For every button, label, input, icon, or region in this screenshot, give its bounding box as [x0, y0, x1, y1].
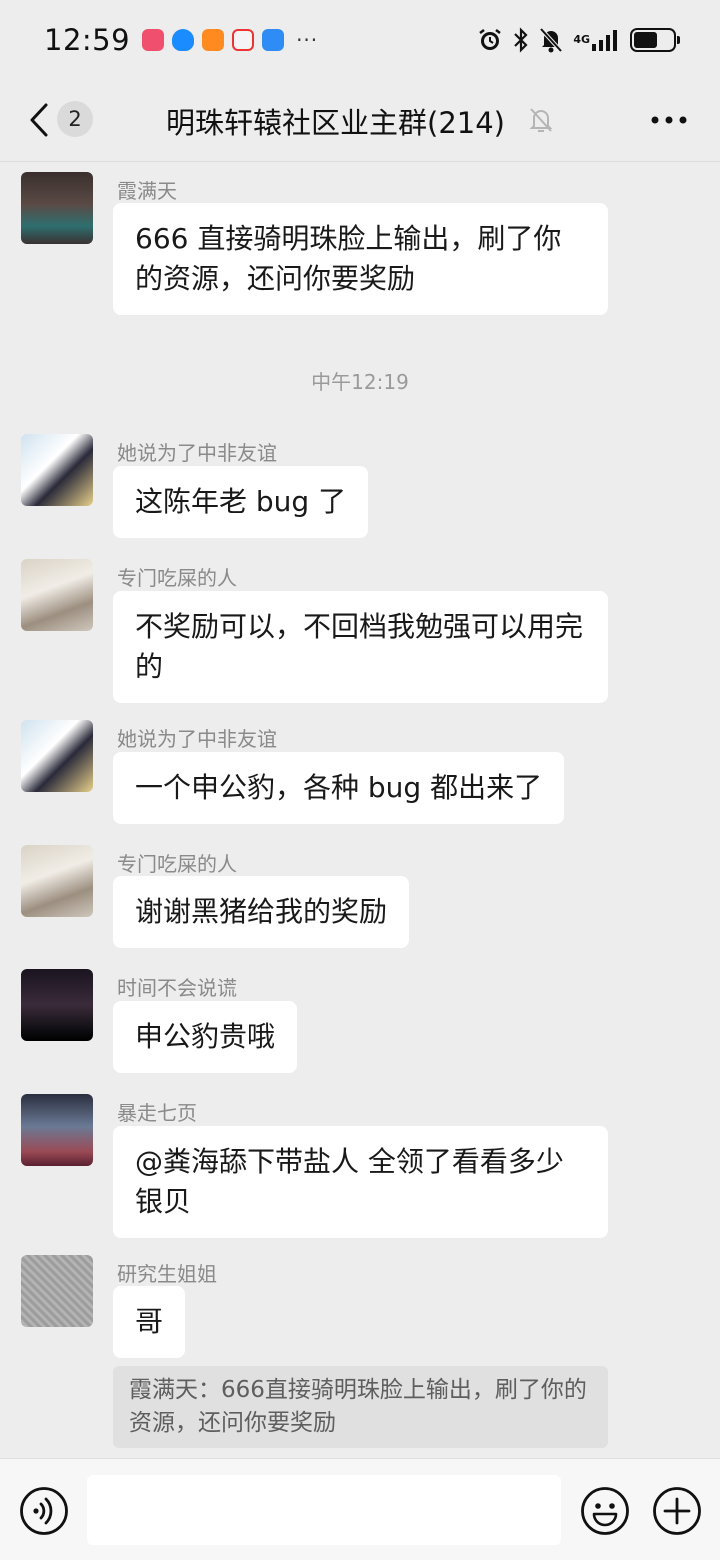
notification-icons: ··· — [142, 28, 318, 52]
smiley-icon — [581, 1487, 629, 1535]
status-time: 12:59 — [44, 23, 131, 57]
avatar[interactable] — [21, 845, 93, 917]
calendar-app-icon — [232, 29, 255, 51]
avatar[interactable] — [21, 969, 93, 1041]
chevron-left-icon — [30, 103, 48, 137]
more-notifications: ··· — [296, 28, 319, 52]
avatar[interactable] — [21, 1094, 93, 1166]
sender-name: 研究生姐姐 — [117, 1262, 217, 1286]
voice-icon — [20, 1487, 68, 1535]
message-bubble[interactable]: 谢谢黑猪给我的奖励 — [113, 876, 410, 948]
plus-icon — [653, 1487, 701, 1535]
avatar[interactable] — [21, 720, 93, 792]
message-list[interactable]: 霞满天 666 直接骑明珠脸上输出，刷了你的资源，还问你要奖励 中午12:19 … — [0, 163, 720, 1458]
unread-count-badge[interactable]: 2 — [57, 101, 93, 137]
message-bubble[interactable]: 不奖励可以，不回档我勉强可以用完的 — [113, 591, 608, 703]
muted-bell-icon — [528, 106, 554, 134]
status-bar: 12:59 ··· 4G — [0, 0, 720, 80]
status-right: 4G — [477, 27, 680, 53]
bluetooth-icon — [513, 27, 529, 53]
weather-app-icon — [262, 29, 285, 51]
message-bubble[interactable]: 哥 — [113, 1286, 186, 1358]
more-functions-button[interactable] — [652, 1486, 702, 1536]
chat-header: 2 明珠轩辕社区业主群(214) — [0, 80, 720, 162]
signal-icon: 4G — [573, 28, 620, 52]
network-type-label: 4G — [573, 33, 590, 46]
avatar[interactable] — [21, 1255, 93, 1327]
message-bubble[interactable]: @粪海舔下带盐人 全领了看看多少银贝 — [113, 1126, 608, 1238]
emoji-button[interactable] — [580, 1486, 630, 1536]
message-bubble[interactable]: 这陈年老 bug 了 — [113, 466, 369, 538]
video-app-icon — [202, 29, 225, 51]
sender-name: 她说为了中非友谊 — [117, 727, 277, 751]
battery-icon — [630, 28, 680, 52]
message-bubble[interactable]: 666 直接骑明珠脸上输出，刷了你的资源，还问你要奖励 — [113, 203, 608, 315]
more-options-button[interactable] — [648, 104, 690, 136]
sender-name: 她说为了中非友谊 — [117, 441, 277, 465]
avatar[interactable] — [21, 434, 93, 506]
avatar[interactable] — [21, 559, 93, 631]
input-bar — [0, 1458, 720, 1560]
mute-bell-icon — [539, 27, 563, 53]
sender-name: 霞满天 — [117, 179, 177, 203]
avatar[interactable] — [21, 172, 93, 244]
sender-name: 暴走七页 — [117, 1101, 197, 1125]
message-input[interactable] — [87, 1475, 561, 1545]
more-dots-icon — [651, 116, 687, 124]
sender-name: 专门吃屎的人 — [117, 566, 237, 590]
notification-app-icon — [142, 29, 165, 51]
voice-button[interactable] — [19, 1486, 69, 1536]
chat-title: 明珠轩辕社区业主群(214) — [166, 106, 505, 140]
sender-name: 时间不会说谎 — [117, 976, 237, 1000]
back-button[interactable] — [22, 98, 56, 142]
message-bubble[interactable]: 申公豹贵哦 — [113, 1001, 298, 1073]
alarm-icon — [477, 27, 503, 53]
quoted-message[interactable]: 霞满天：666直接骑明珠脸上输出，刷了你的资源，还问你要奖励 — [113, 1366, 608, 1448]
sender-name: 专门吃屎的人 — [117, 852, 237, 876]
time-separator: 中午12:19 — [311, 370, 409, 394]
shield-app-icon — [172, 29, 195, 51]
message-bubble[interactable]: 一个申公豹，各种 bug 都出来了 — [113, 752, 565, 824]
battery-level — [634, 32, 657, 48]
